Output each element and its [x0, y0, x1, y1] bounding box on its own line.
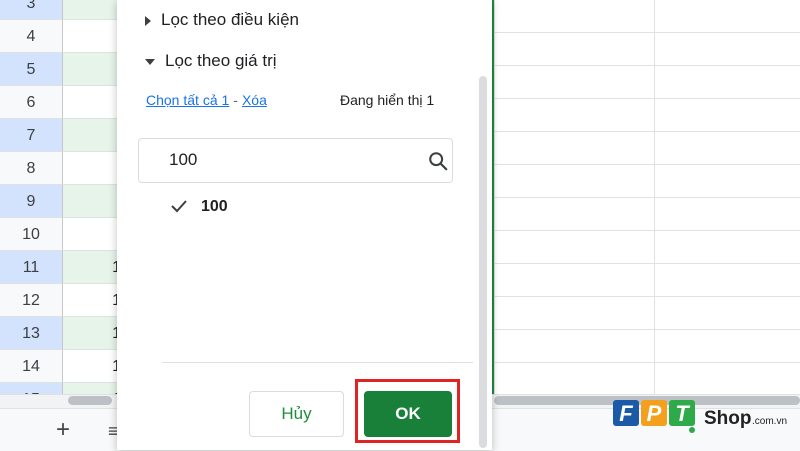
cell[interactable]: [63, 53, 117, 86]
row-header[interactable]: 12: [0, 284, 63, 317]
row-header[interactable]: 5: [0, 53, 63, 86]
fpt-shop-logo: F P T Shop .com.vn: [613, 400, 787, 433]
row-header[interactable]: 3: [0, 0, 63, 20]
value-item-label: 100: [201, 198, 228, 215]
cell[interactable]: 1: [63, 317, 117, 350]
row-header[interactable]: 9: [0, 185, 63, 218]
logo-shop-text: Shop: [704, 408, 752, 429]
filter-by-condition-label: Lọc theo điều kiện: [161, 10, 299, 29]
logo-domain-text: .com.vn: [752, 416, 787, 427]
cell[interactable]: [63, 185, 117, 218]
panel-vertical-scrollbar[interactable]: [479, 76, 487, 448]
cell[interactable]: 1: [63, 350, 117, 383]
check-icon: [171, 200, 187, 213]
search-icon[interactable]: [427, 150, 449, 172]
row-header[interactable]: 11: [0, 251, 63, 284]
cell[interactable]: 1: [63, 284, 117, 317]
add-sheet-button[interactable]: +: [56, 418, 70, 442]
horizontal-scrollbar-thumb[interactable]: [68, 396, 112, 405]
cell[interactable]: [63, 0, 117, 20]
value-search-box[interactable]: [138, 138, 453, 183]
grid-columns-area[interactable]: [494, 0, 800, 395]
row-header[interactable]: 7: [0, 119, 63, 152]
filter-by-values-toggle[interactable]: Lọc theo giá trị: [145, 51, 277, 71]
logo-letter-f: F: [619, 401, 633, 426]
logo-letter-t: T: [675, 401, 690, 426]
panel-divider: [162, 362, 473, 363]
row-header[interactable]: 8: [0, 152, 63, 185]
link-separator: -: [233, 92, 238, 108]
ok-highlight-box: [355, 379, 460, 443]
selection-column-border: [492, 0, 494, 395]
cancel-button[interactable]: Hủy: [249, 391, 344, 437]
logo-letter-p: P: [647, 401, 662, 426]
filter-by-condition-toggle[interactable]: Lọc theo điều kiện: [145, 10, 299, 30]
row-header[interactable]: 10: [0, 218, 63, 251]
cell[interactable]: [63, 152, 117, 185]
cell[interactable]: [63, 86, 117, 119]
clear-link[interactable]: Xóa: [242, 92, 267, 108]
row-header[interactable]: 4: [0, 20, 63, 53]
cell[interactable]: 1: [63, 251, 117, 284]
collapse-down-icon: [145, 58, 155, 65]
row-header[interactable]: 13: [0, 317, 63, 350]
filter-by-values-label: Lọc theo giá trị: [165, 51, 277, 70]
expand-right-icon: [145, 15, 151, 26]
row-header[interactable]: 14: [0, 350, 63, 383]
row-header[interactable]: 6: [0, 86, 63, 119]
cell[interactable]: [63, 218, 117, 251]
showing-count: Đang hiển thị 1: [340, 92, 435, 108]
cell[interactable]: [63, 119, 117, 152]
cell[interactable]: [63, 20, 117, 53]
select-all-link[interactable]: Chọn tất cả 1: [146, 92, 229, 108]
selection-links: Chọn tất cả 1- Xóa: [146, 92, 267, 108]
value-search-input[interactable]: [169, 149, 409, 171]
